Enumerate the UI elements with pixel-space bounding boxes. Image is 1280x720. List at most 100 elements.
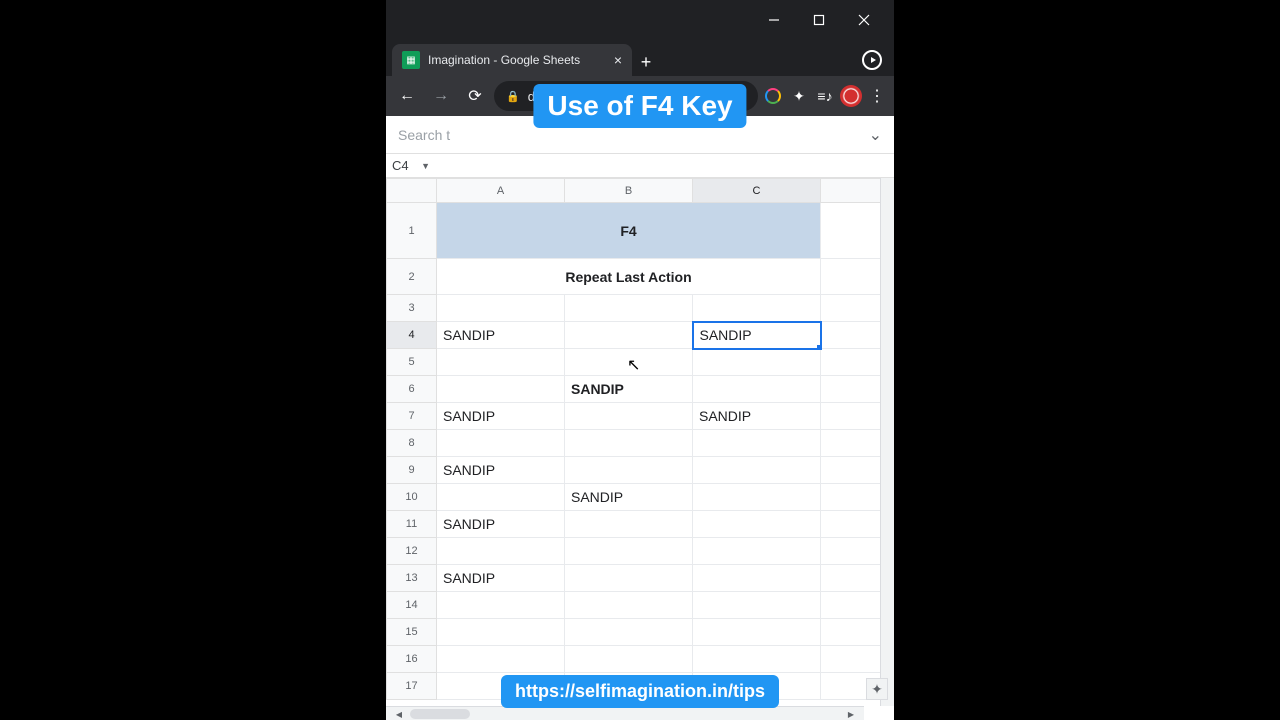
browser-tab[interactable]: ▦ Imagination - Google Sheets × — [392, 44, 632, 76]
cell-a15[interactable] — [437, 619, 565, 646]
back-button[interactable]: ← — [392, 81, 422, 111]
cell-b6[interactable]: SANDIP — [565, 376, 693, 403]
name-box-value: C4 — [392, 158, 409, 173]
cell-a9[interactable]: SANDIP — [437, 457, 565, 484]
cell-a14[interactable] — [437, 592, 565, 619]
cell-c11[interactable] — [693, 511, 821, 538]
sheets-favicon: ▦ — [402, 51, 420, 69]
row-header-10[interactable]: 10 — [387, 484, 437, 511]
cell-c15[interactable] — [693, 619, 821, 646]
cell-c14[interactable] — [693, 592, 821, 619]
scroll-left-icon[interactable]: ◀ — [392, 707, 406, 720]
profile-avatar[interactable] — [840, 85, 862, 107]
overlay-url-banner: https://selfimagination.in/tips — [501, 675, 779, 708]
cell-a5[interactable] — [437, 349, 565, 376]
cell-a1-merged[interactable]: F4 — [437, 203, 821, 259]
tab-strip: ▦ Imagination - Google Sheets × + — [386, 40, 894, 76]
window-titlebar — [386, 0, 894, 40]
vertical-scrollbar[interactable] — [880, 178, 894, 706]
name-box[interactable]: C4 ▼ — [386, 158, 436, 173]
cell-a16[interactable] — [437, 646, 565, 673]
cell-a12[interactable] — [437, 538, 565, 565]
extension-icon-1[interactable] — [762, 85, 784, 107]
cell-b9[interactable] — [565, 457, 693, 484]
window-minimize-button[interactable] — [751, 5, 796, 35]
chrome-menu-button[interactable]: ⋮ — [866, 85, 888, 107]
cell-b16[interactable] — [565, 646, 693, 673]
reading-list-icon[interactable]: ≡♪ — [814, 85, 836, 107]
tab-close-icon[interactable]: × — [614, 52, 622, 68]
row-header-14[interactable]: 14 — [387, 592, 437, 619]
row-header-3[interactable]: 3 — [387, 295, 437, 322]
column-header-c[interactable]: C — [693, 179, 821, 203]
scroll-right-icon[interactable]: ▶ — [844, 707, 858, 720]
cell-c9[interactable] — [693, 457, 821, 484]
window-close-button[interactable] — [841, 5, 886, 35]
row-header-4[interactable]: 4 — [387, 322, 437, 349]
cell-b10[interactable]: SANDIP — [565, 484, 693, 511]
spreadsheet-grid[interactable]: A B C 1 F4 2 Repeat Last Action 34SANDIP… — [386, 178, 894, 720]
column-header-b[interactable]: B — [565, 179, 693, 203]
cell-c6[interactable] — [693, 376, 821, 403]
cell-b8[interactable] — [565, 430, 693, 457]
expand-menus-icon[interactable]: ⌄ — [869, 125, 882, 145]
cell-b7[interactable] — [565, 403, 693, 430]
cell-c16[interactable] — [693, 646, 821, 673]
new-tab-button[interactable]: + — [632, 48, 660, 76]
cell-a11[interactable]: SANDIP — [437, 511, 565, 538]
cell-c3[interactable] — [693, 295, 821, 322]
column-header-a[interactable]: A — [437, 179, 565, 203]
row-header-8[interactable]: 8 — [387, 430, 437, 457]
row-header-7[interactable]: 7 — [387, 403, 437, 430]
cell-b13[interactable] — [565, 565, 693, 592]
row-header-6[interactable]: 6 — [387, 376, 437, 403]
cell-b3[interactable] — [565, 295, 693, 322]
cell-c4[interactable]: SANDIP — [693, 322, 821, 349]
media-control-icon[interactable] — [862, 50, 882, 70]
cell-b15[interactable] — [565, 619, 693, 646]
select-all-corner[interactable] — [387, 179, 437, 203]
reload-button[interactable]: ⟳ — [460, 81, 490, 111]
row-header-9[interactable]: 9 — [387, 457, 437, 484]
row-header-5[interactable]: 5 — [387, 349, 437, 376]
cell-c7[interactable]: SANDIP — [693, 403, 821, 430]
cell-a7[interactable]: SANDIP — [437, 403, 565, 430]
cell-c8[interactable] — [693, 430, 821, 457]
formula-bar-row: C4 ▼ — [386, 154, 894, 178]
cell-a10[interactable] — [437, 484, 565, 511]
cell-b5[interactable] — [565, 349, 693, 376]
cell-b11[interactable] — [565, 511, 693, 538]
cell-a6[interactable] — [437, 376, 565, 403]
row-header-11[interactable]: 11 — [387, 511, 437, 538]
cell-b4[interactable] — [565, 322, 693, 349]
row-header-13[interactable]: 13 — [387, 565, 437, 592]
row-header-16[interactable]: 16 — [387, 646, 437, 673]
cell-a4[interactable]: SANDIP — [437, 322, 565, 349]
scroll-thumb[interactable] — [410, 709, 470, 719]
forward-button: → — [426, 81, 456, 111]
cell-b12[interactable] — [565, 538, 693, 565]
explore-button[interactable]: ✦ — [866, 678, 888, 700]
cell-c13[interactable] — [693, 565, 821, 592]
tab-title: Imagination - Google Sheets — [428, 53, 606, 67]
extensions-puzzle-icon[interactable]: ✦ — [788, 85, 810, 107]
row-header-1[interactable]: 1 — [387, 203, 437, 259]
horizontal-scrollbar[interactable]: ◀ ▶ — [386, 706, 864, 720]
cell-c10[interactable] — [693, 484, 821, 511]
row-header-17[interactable]: 17 — [387, 673, 437, 700]
cell-b14[interactable] — [565, 592, 693, 619]
lock-icon: 🔒 — [506, 90, 520, 103]
menu-search-hint[interactable]: Search t — [398, 127, 450, 143]
window-maximize-button[interactable] — [796, 5, 841, 35]
cell-a13[interactable]: SANDIP — [437, 565, 565, 592]
cell-a3[interactable] — [437, 295, 565, 322]
overlay-title-banner: Use of F4 Key — [533, 84, 746, 128]
cell-a8[interactable] — [437, 430, 565, 457]
cell-c5[interactable] — [693, 349, 821, 376]
cell-c12[interactable] — [693, 538, 821, 565]
row-header-2[interactable]: 2 — [387, 259, 437, 295]
row-header-15[interactable]: 15 — [387, 619, 437, 646]
name-box-dropdown-icon[interactable]: ▼ — [421, 161, 430, 171]
cell-a2-merged[interactable]: Repeat Last Action — [437, 259, 821, 295]
row-header-12[interactable]: 12 — [387, 538, 437, 565]
